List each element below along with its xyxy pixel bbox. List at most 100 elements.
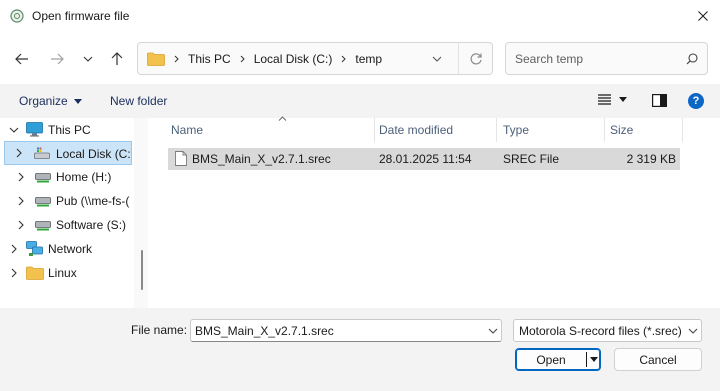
column-header-label: Size	[610, 123, 634, 137]
search-icon	[686, 53, 698, 65]
network-drive-icon	[35, 197, 51, 207]
file-name-input[interactable]: BMS_Main_X_v2.7.1.srec	[190, 319, 502, 342]
chevron-down-icon[interactable]	[488, 328, 498, 334]
file-size: 2 319 KB	[626, 152, 676, 166]
column-header-label: Date modified	[379, 123, 454, 137]
scrollbar-thumb[interactable]	[141, 250, 143, 290]
breadcrumb-separator-icon	[240, 55, 245, 63]
caret-down-icon	[73, 98, 82, 104]
chevron-down-icon	[688, 328, 698, 334]
folder-icon	[26, 266, 44, 280]
drive-icon	[34, 147, 50, 159]
file-type: SREC File	[503, 152, 560, 166]
tree-item-local-disk[interactable]: Local Disk (C:)	[4, 141, 132, 165]
title-bar: Open firmware file	[0, 0, 720, 32]
arrow-right-icon	[51, 53, 64, 65]
address-dropdown-button[interactable]	[430, 52, 444, 66]
file-name: BMS_Main_X_v2.7.1.srec	[192, 152, 331, 166]
caret-down-icon[interactable]	[590, 355, 598, 365]
navigation-bar: This PC Local Disk (C:) temp Search temp	[0, 32, 720, 84]
file-icon	[175, 151, 187, 166]
table-row[interactable]: BMS_Main_X_v2.7.1.srec 28.01.2025 11:54 …	[168, 148, 680, 170]
forward-button[interactable]	[46, 48, 68, 70]
tree-item-label: Local Disk (C:)	[56, 147, 132, 161]
list-view-icon	[598, 94, 611, 105]
chevron-down-icon[interactable]	[9, 125, 19, 135]
column-header-date[interactable]: Date modified	[375, 118, 497, 142]
caret-down-icon	[619, 97, 627, 102]
chevron-down-icon	[83, 56, 93, 62]
arrow-left-icon	[15, 53, 28, 65]
close-icon	[697, 11, 708, 21]
tree-item-label: This PC	[48, 123, 91, 137]
breadcrumb-separator-icon	[174, 55, 179, 63]
column-header-name[interactable]: Name	[163, 116, 375, 142]
close-button[interactable]	[685, 0, 720, 32]
help-icon[interactable]: ?	[688, 93, 704, 109]
chevron-right-icon[interactable]	[14, 148, 24, 158]
back-button[interactable]	[11, 48, 33, 70]
app-icon	[10, 9, 24, 23]
file-list: Name Date modified Type Size BMS_Main_X_…	[148, 116, 720, 308]
view-options-button[interactable]	[598, 94, 627, 105]
chevron-right-icon[interactable]	[9, 268, 19, 278]
file-type-select[interactable]: Motorola S-record files (*.srec)	[513, 319, 702, 342]
file-name-label: File name:	[131, 323, 188, 337]
refresh-button[interactable]	[458, 43, 492, 74]
file-date: 28.01.2025 11:54	[379, 152, 472, 166]
network-drive-icon	[35, 173, 51, 183]
new-folder-button[interactable]: New folder	[110, 94, 167, 108]
address-bar[interactable]: This PC Local Disk (C:) temp	[137, 42, 493, 75]
open-button-label: Open	[536, 353, 566, 367]
search-input[interactable]: Search temp	[505, 42, 708, 75]
tree-scrollbar[interactable]	[134, 118, 148, 308]
tree-item-software[interactable]: Software (S:)	[0, 213, 134, 237]
tree-item-home[interactable]: Home (H:)	[0, 165, 134, 189]
column-header-label: Name	[171, 123, 204, 137]
organize-button[interactable]: Organize	[19, 94, 82, 108]
chevron-right-icon[interactable]	[16, 172, 26, 182]
cancel-button-label: Cancel	[639, 353, 677, 367]
chevron-right-icon[interactable]	[16, 220, 26, 230]
network-icon	[26, 241, 43, 256]
breadcrumb-this-pc[interactable]: This PC	[188, 52, 231, 66]
tree-item-label: Network	[48, 242, 93, 256]
file-name-value: BMS_Main_X_v2.7.1.srec	[195, 324, 334, 338]
window-title: Open firmware file	[32, 9, 130, 23]
monitor-icon	[26, 122, 43, 137]
search-placeholder: Search temp	[515, 52, 584, 66]
cancel-button[interactable]: Cancel	[614, 348, 702, 371]
tree-item-label: Linux	[48, 266, 77, 280]
chevron-down-icon	[432, 56, 442, 62]
file-type-value: Motorola S-record files (*.srec)	[519, 324, 682, 338]
arrow-up-icon	[111, 52, 123, 65]
tree-item-pub[interactable]: Pub (\\me-fs-(	[0, 189, 134, 213]
refresh-icon	[470, 52, 482, 64]
navigation-pane: This PC Local Disk (C:) Home (H:) Pub (\…	[0, 118, 148, 308]
column-header-label: Type	[503, 123, 530, 137]
breadcrumb-local-disk[interactable]: Local Disk (C:)	[254, 52, 333, 66]
network-drive-icon	[35, 221, 51, 231]
preview-pane-icon[interactable]	[652, 94, 667, 107]
organize-label: Organize	[19, 94, 68, 108]
tree-item-label: Pub (\\me-fs-(	[56, 194, 130, 208]
breadcrumb-temp[interactable]: temp	[355, 52, 382, 66]
footer: File name: BMS_Main_X_v2.7.1.srec Motoro…	[0, 308, 720, 391]
file-list-scrollbar[interactable]	[683, 118, 720, 308]
open-button[interactable]: Open	[515, 348, 601, 371]
tree-item-network[interactable]: Network	[0, 237, 134, 261]
breadcrumb: This PC Local Disk (C:) temp	[174, 52, 382, 66]
chevron-right-icon[interactable]	[9, 244, 19, 254]
tree-item-label: Software (S:)	[56, 218, 127, 232]
column-header-type[interactable]: Type	[497, 118, 605, 142]
breadcrumb-separator-icon	[341, 55, 347, 63]
column-header-size[interactable]: Size	[605, 118, 683, 142]
sort-ascending-icon	[278, 116, 287, 121]
command-bar: Organize New folder ?	[0, 84, 720, 118]
chevron-right-icon[interactable]	[16, 196, 26, 206]
tree-item-linux[interactable]: Linux	[0, 261, 134, 285]
split-divider	[586, 352, 587, 367]
recent-locations-button[interactable]	[77, 48, 99, 70]
tree-item-this-pc[interactable]: This PC	[0, 118, 134, 142]
up-button[interactable]	[106, 48, 128, 70]
